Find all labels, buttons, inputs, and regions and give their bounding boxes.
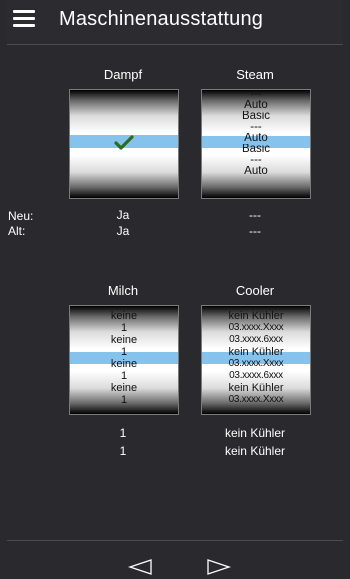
cooler-option[interactable]: 03.xxxx.Xxxx: [202, 322, 310, 334]
milch-option[interactable]: 1: [70, 322, 178, 334]
milch-option[interactable]: keine: [70, 310, 178, 322]
steam-options: --- Auto Basic --- Auto Basic --- Auto: [202, 90, 310, 177]
dampf-label: Dampf: [103, 67, 143, 82]
steam-option[interactable]: Basic: [202, 144, 310, 155]
page-title: Maschinenausstattung: [59, 8, 264, 30]
steam-new-value: ---: [249, 208, 261, 222]
milch-new-value: 1: [119, 426, 127, 440]
milch-option[interactable]: keine: [70, 358, 178, 370]
milch-label: Milch: [107, 283, 139, 298]
footer-nav: [7, 540, 343, 579]
milch-option[interactable]: 1: [70, 370, 178, 382]
steam-option[interactable]: Auto: [202, 100, 310, 111]
cooler-new-value: kein Kühler: [224, 426, 286, 440]
cooler-option[interactable]: 03.xxxx.Xxxx: [202, 358, 310, 370]
steam-option[interactable]: ---: [202, 90, 310, 100]
header-bar: Maschinenausstattung: [7, 0, 343, 45]
dampf-picker[interactable]: [69, 89, 179, 199]
neu-label: Neu:: [8, 209, 34, 223]
cooler-label: Cooler: [235, 283, 275, 298]
checkmark-icon: [114, 135, 134, 150]
cooler-option[interactable]: kein Kühler: [202, 346, 310, 358]
steam-option[interactable]: Auto: [202, 166, 310, 177]
cooler-options: kein Kühler 03.xxxx.Xxxx 03.xxxx.6xxx ke…: [202, 310, 310, 406]
milch-option[interactable]: keine: [70, 334, 178, 346]
milch-option[interactable]: 1: [70, 394, 178, 406]
cooler-picker[interactable]: kein Kühler 03.xxxx.Xxxx 03.xxxx.6xxx ke…: [201, 305, 311, 415]
steam-option[interactable]: Auto: [202, 133, 310, 144]
dampf-old-value: Ja: [116, 224, 130, 238]
steam-option[interactable]: ---: [202, 155, 310, 166]
milch-option[interactable]: 1: [70, 346, 178, 358]
milch-option[interactable]: keine: [70, 382, 178, 394]
cooler-old-value: kein Kühler: [224, 444, 286, 458]
dampf-new-value: Ja: [116, 208, 130, 222]
steam-option[interactable]: Basic: [202, 111, 310, 122]
triangle-left-icon[interactable]: [127, 558, 153, 576]
cooler-option[interactable]: 03.xxxx.6xxx: [202, 370, 310, 382]
steam-option[interactable]: ---: [202, 122, 310, 133]
milch-old-value: 1: [119, 444, 127, 458]
milch-options: keine 1 keine 1 keine 1 keine 1: [70, 310, 178, 406]
hamburger-menu-icon[interactable]: [13, 10, 35, 28]
main-screen: Maschinenausstattung Dampf Steam --- Aut…: [7, 0, 343, 578]
cooler-option[interactable]: 03.xxxx.Xxxx: [202, 394, 310, 406]
steam-label: Steam: [236, 67, 274, 82]
milch-picker[interactable]: keine 1 keine 1 keine 1 keine 1: [69, 305, 179, 415]
steam-old-value: ---: [249, 224, 261, 238]
cooler-option[interactable]: 03.xxxx.6xxx: [202, 334, 310, 346]
steam-picker[interactable]: --- Auto Basic --- Auto Basic --- Auto: [201, 89, 311, 199]
cooler-option[interactable]: kein Kühler: [202, 382, 310, 394]
triangle-right-icon[interactable]: [206, 558, 232, 576]
alt-label: Alt:: [8, 224, 26, 238]
cooler-option[interactable]: kein Kühler: [202, 310, 310, 322]
